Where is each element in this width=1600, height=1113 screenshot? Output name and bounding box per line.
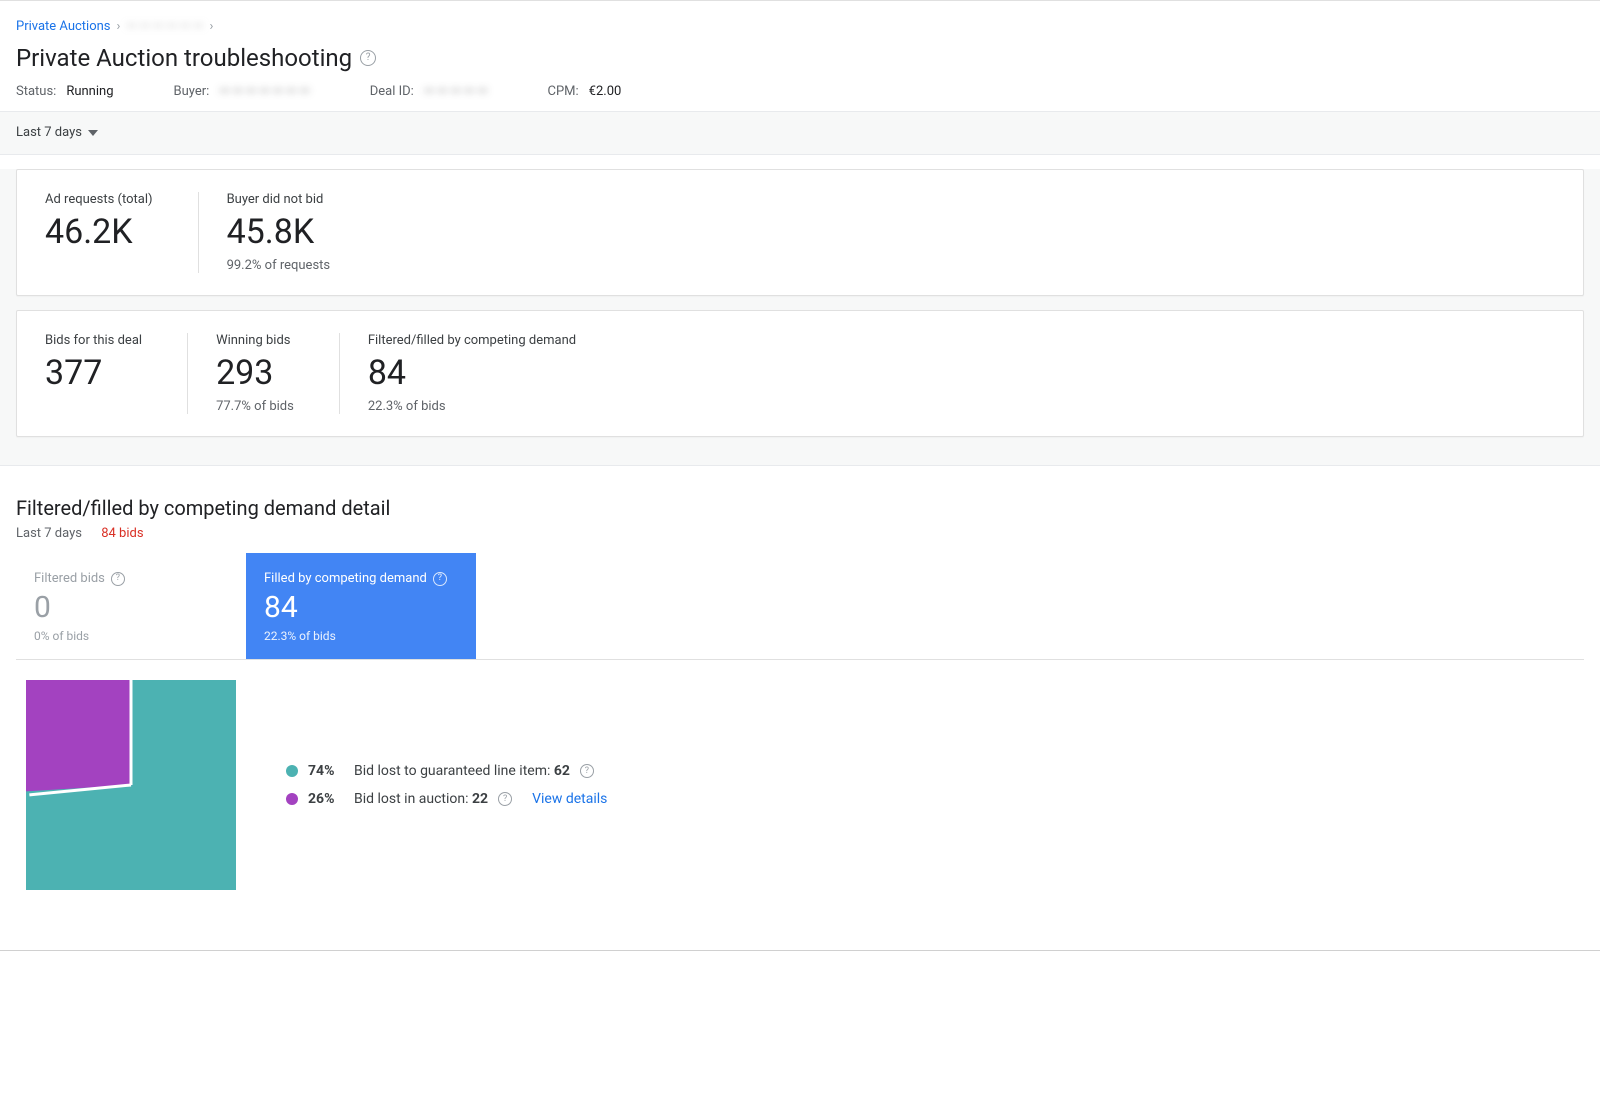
status-label: Status: [16,84,56,99]
daterange-dropdown[interactable]: Last 7 days [16,125,98,144]
detail-heading: Filtered/filled by competing demand deta… [16,496,1584,520]
legend-text-guaranteed: Bid lost to guaranteed line item: [354,763,554,779]
winning-bids-value: 293 [216,354,294,393]
dealid-value: — — — — — [424,84,488,99]
page-title: Private Auction troubleshooting [16,44,352,72]
pie-legend: 74% Bid lost to guaranteed line item: 62… [286,757,607,813]
view-details-link[interactable]: View details [532,791,607,807]
daterange-label: Last 7 days [16,125,82,140]
legend-count-guaranteed: 62 [554,763,570,779]
no-bid-sub: 99.2% of requests [227,258,331,273]
legend-text-auction: Bid lost in auction: [354,791,472,807]
buyer-meta: Buyer: — — — — — — — [174,84,310,99]
tab-filled-label: Filled by competing demand [264,571,427,586]
help-icon[interactable]: ? [433,572,447,586]
help-icon[interactable]: ? [580,764,594,778]
tab-filled-sub: 22.3% of bids [264,629,458,643]
help-icon[interactable]: ? [360,50,376,66]
breadcrumb-root-link[interactable]: Private Auctions [16,19,111,34]
dealid-meta: Deal ID: — — — — — [370,84,488,99]
buyer-label: Buyer: [174,84,210,99]
cpm-label: CPM: [547,84,578,99]
no-bid-label: Buyer did not bid [227,192,331,207]
cpm-meta: CPM: €2.00 [547,84,621,99]
status-badge: Running [66,84,113,99]
status-meta: Status: Running [16,84,114,99]
breadcrumb-item[interactable]: — — — — — — [126,19,203,34]
winning-bids-label: Winning bids [216,333,294,348]
buyer-value: — — — — — — — [219,84,309,99]
swatch-teal [286,765,298,777]
chevron-right-icon: › [117,19,121,34]
filtered-filled-label: Filtered/filled by competing demand [368,333,576,348]
breadcrumb: Private Auctions › — — — — — — › [16,19,1584,34]
filtered-filled-value: 84 [368,354,576,393]
swatch-purple [286,793,298,805]
bids-deal-value: 377 [45,354,142,393]
tab-filled-value: 84 [264,590,458,625]
caret-down-icon [88,130,98,136]
detail-daterange: Last 7 days [16,526,82,541]
tab-filtered-label: Filtered bids [34,571,105,586]
winning-bids-sub: 77.7% of bids [216,399,294,414]
help-icon[interactable]: ? [111,572,125,586]
legend-pct-guaranteed: 74% [308,763,344,779]
tab-filtered-sub: 0% of bids [34,629,228,643]
ad-requests-value: 46.2K [45,213,153,252]
legend-row-guaranteed: 74% Bid lost to guaranteed line item: 62… [286,757,607,785]
pie-chart [26,680,236,890]
ad-requests-label: Ad requests (total) [45,192,153,207]
cpm-value: €2.00 [589,84,622,99]
filtered-filled-sub: 22.3% of bids [368,399,576,414]
tab-filled-competing[interactable]: Filled by competing demand ? 84 22.3% of… [246,553,476,659]
tab-filtered-value: 0 [34,590,228,625]
legend-row-auction: 26% Bid lost in auction: 22 ? View detai… [286,785,607,813]
chevron-right-icon: › [209,19,213,34]
detail-bid-count: 84 bids [101,526,143,541]
tab-filtered-bids[interactable]: Filtered bids ? 0 0% of bids [16,553,246,659]
requests-card: Ad requests (total) 46.2K Buyer did not … [16,169,1584,296]
legend-count-auction: 22 [472,791,488,807]
bids-card: Bids for this deal 377 Winning bids 293 … [16,310,1584,437]
legend-pct-auction: 26% [308,791,344,807]
bids-deal-label: Bids for this deal [45,333,142,348]
dealid-label: Deal ID: [370,84,414,99]
no-bid-value: 45.8K [227,213,331,252]
help-icon[interactable]: ? [498,792,512,806]
